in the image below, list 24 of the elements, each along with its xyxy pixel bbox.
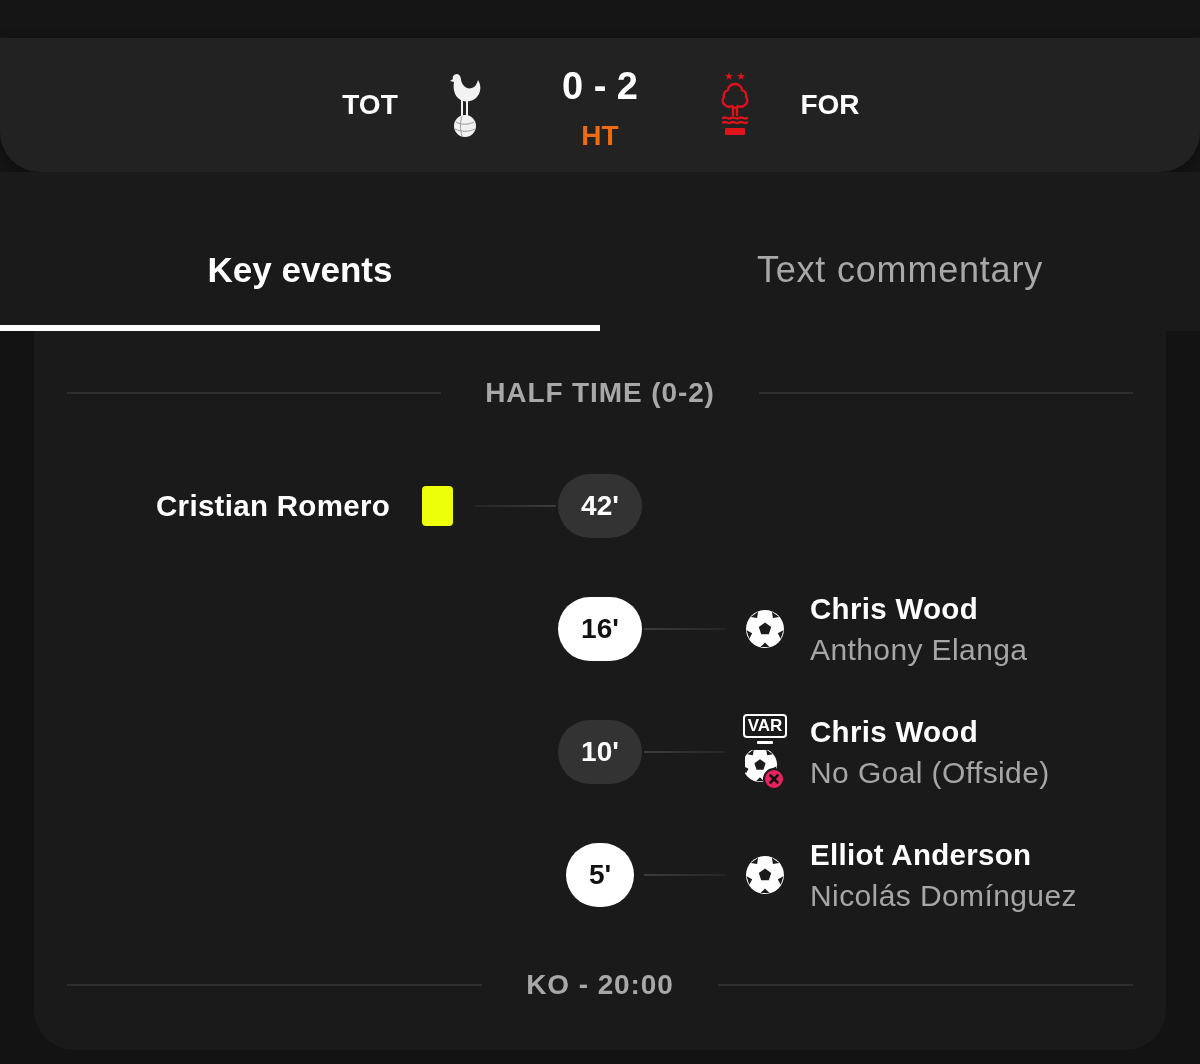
var-label: VAR — [742, 713, 788, 744]
minute-badge: 10' — [558, 719, 642, 784]
player-name: Chris Wood — [810, 590, 979, 627]
score: 0 - 2 — [561, 66, 638, 106]
soccer-ball-icon — [745, 854, 785, 895]
player-name: Elliot Anderson — [810, 836, 1033, 873]
section-divider-label: KO - 20:00 — [526, 969, 674, 1001]
player-name: Cristian Romero — [156, 488, 390, 524]
player-name: Chris Wood — [810, 713, 979, 750]
event-detail: No Goal (Offside) — [810, 754, 1050, 791]
section-divider-label: HALF TIME (0-2) — [485, 377, 715, 409]
team-code: FOR — [800, 89, 860, 121]
minute-badge: 42' — [558, 473, 642, 538]
tab[interactable]: Text commentary — [600, 209, 1200, 331]
match-status: HT — [581, 120, 619, 152]
minute-badge: 5' — [565, 842, 635, 907]
soccer-ball-icon — [745, 608, 785, 649]
rooster-on-ball-icon — [448, 72, 482, 138]
team-code: TOT — [342, 89, 398, 121]
event-detail: Anthony Elanga — [810, 631, 1028, 668]
event-detail: Nicolás Domínguez — [810, 877, 1077, 914]
minute-badge: 16' — [558, 596, 642, 661]
booking-card-icon — [422, 485, 453, 526]
disallowed-goal-icon — [745, 749, 785, 790]
